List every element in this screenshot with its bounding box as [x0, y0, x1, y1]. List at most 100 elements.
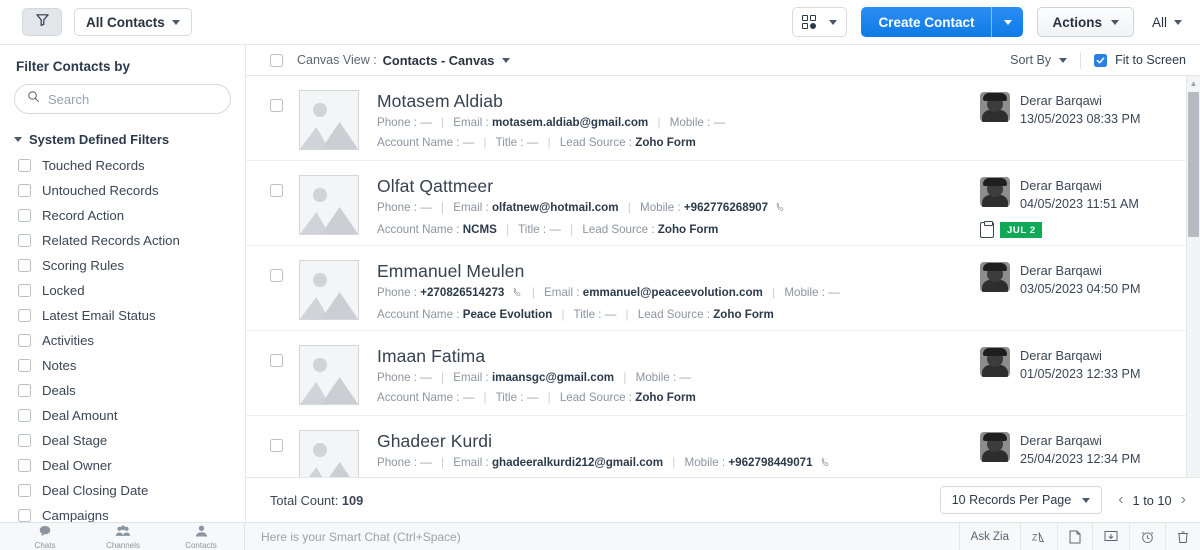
row-checkbox[interactable]: [270, 354, 283, 367]
sidebar-item-label: Notes: [42, 358, 77, 373]
records-per-page-dropdown[interactable]: 10 Records Per Page: [939, 486, 1103, 514]
account-name-value[interactable]: NCMS: [463, 223, 497, 236]
checkbox[interactable]: [18, 309, 31, 322]
checkbox[interactable]: [18, 234, 31, 247]
table-row[interactable]: Emmanuel Meulen Phone : +270826514273 | …: [246, 246, 1200, 331]
sidebar-item-notes[interactable]: Notes: [0, 353, 245, 378]
contact-name[interactable]: Motasem Aldiab: [377, 90, 980, 112]
sidebar-item-activities[interactable]: Activities: [0, 328, 245, 353]
account-name-value[interactable]: Peace Evolution: [463, 308, 553, 321]
mobile-value: —: [713, 116, 726, 129]
email-value[interactable]: imaansgc@gmail.com: [492, 371, 614, 384]
ask-zia-button[interactable]: Ask Zia: [958, 523, 1020, 550]
contact-name[interactable]: Imaan Fatima: [377, 345, 980, 367]
checkbox[interactable]: [18, 209, 31, 222]
separator: |: [772, 286, 776, 299]
task-badge-row[interactable]: JUL 2: [980, 220, 1180, 238]
contact-name[interactable]: Ghadeer Kurdi: [377, 430, 980, 452]
sidebar-item-deal-stage[interactable]: Deal Stage: [0, 428, 245, 453]
sidebar-item-label: Deal Owner: [42, 458, 112, 473]
recycle-bin-icon[interactable]: [1165, 523, 1200, 550]
checkbox[interactable]: [18, 184, 31, 197]
sidebar-item-related-records-action[interactable]: Related Records Action: [0, 228, 245, 253]
email-value[interactable]: ghadeeralkurdi212@gmail.com: [492, 456, 663, 469]
separator: |: [625, 308, 629, 321]
sidebar-item-deals[interactable]: Deals: [0, 378, 245, 403]
all-dropdown[interactable]: All: [1152, 15, 1182, 30]
checkbox[interactable]: [18, 384, 31, 397]
email-value[interactable]: olfatnew@hotmail.com: [492, 201, 619, 214]
chat-tab-contacts[interactable]: Contacts: [162, 524, 240, 550]
smart-chat-input[interactable]: Here is your Smart Chat (Ctrl+Space): [245, 523, 959, 550]
presentation-icon[interactable]: [1092, 523, 1129, 550]
row-checkbox[interactable]: [270, 184, 283, 197]
chevron-down-icon[interactable]: [502, 57, 511, 63]
zia-icon[interactable]: Z: [1020, 523, 1057, 550]
table-row[interactable]: Motasem Aldiab Phone : — | Email : motas…: [246, 76, 1200, 161]
fit-to-screen-checkbox[interactable]: [1094, 53, 1108, 67]
actions-button[interactable]: Actions: [1037, 7, 1134, 37]
checkbox[interactable]: [18, 259, 31, 272]
chat-tab-channels[interactable]: Channels: [84, 524, 162, 550]
sidebar-item-record-action[interactable]: Record Action: [0, 203, 245, 228]
search-input[interactable]: [48, 91, 218, 107]
checkbox[interactable]: [18, 484, 31, 497]
next-page-button[interactable]: ›: [1181, 492, 1186, 508]
checkbox[interactable]: [18, 459, 31, 472]
sort-by-button[interactable]: Sort By: [1010, 53, 1068, 67]
mobile-value[interactable]: +962776268907: [684, 201, 768, 214]
contact-name[interactable]: Olfat Qattmeer: [377, 175, 980, 197]
row-checkbox[interactable]: [270, 439, 283, 452]
checkbox[interactable]: [18, 359, 31, 372]
row-checkbox[interactable]: [270, 269, 283, 282]
phone-call-icon[interactable]: [820, 455, 831, 474]
sidebar-item-deal-closing-date[interactable]: Deal Closing Date: [0, 478, 245, 503]
create-contact-dropdown-button[interactable]: [991, 7, 1024, 37]
email-value[interactable]: motasem.aldiab@gmail.com: [492, 116, 648, 129]
contact-photo-placeholder: [299, 345, 359, 405]
reminder-icon[interactable]: [1129, 523, 1165, 550]
previous-page-button[interactable]: ‹: [1118, 492, 1123, 508]
phone-call-icon[interactable]: [775, 200, 786, 219]
email-value[interactable]: emmanuel@peaceevolution.com: [583, 286, 763, 299]
scrollbar-thumb[interactable]: [1188, 92, 1199, 237]
phone-value: —: [420, 116, 432, 129]
sidebar-group-system-defined-filters[interactable]: System Defined Filters: [0, 128, 245, 153]
select-all-checkbox[interactable]: [270, 53, 283, 67]
sidebar-item-campaigns[interactable]: Campaigns: [0, 503, 245, 522]
sidebar-item-latest-email-status[interactable]: Latest Email Status: [0, 303, 245, 328]
checkbox[interactable]: [18, 284, 31, 297]
row-checkbox[interactable]: [270, 99, 283, 112]
filter-toggle-button[interactable]: [22, 8, 62, 36]
checkbox[interactable]: [18, 434, 31, 447]
checkbox[interactable]: [18, 509, 31, 522]
view-selector-button[interactable]: All Contacts: [74, 8, 192, 36]
checkbox[interactable]: [18, 159, 31, 172]
chat-tab-chats[interactable]: Chats: [6, 524, 84, 550]
sidebar-item-scoring-rules[interactable]: Scoring Rules: [0, 253, 245, 278]
lead-source-label: Lead Source :: [559, 136, 633, 149]
title-label: Title :: [495, 136, 524, 149]
table-row[interactable]: Imaan Fatima Phone : — | Email : imaansg…: [246, 331, 1200, 416]
phone-value[interactable]: +270826514273: [420, 286, 504, 299]
contact-name[interactable]: Emmanuel Meulen: [377, 260, 980, 282]
table-row[interactable]: Ghadeer Kurdi Phone : — | Email : ghadee…: [246, 416, 1200, 477]
sidebar-item-deal-amount[interactable]: Deal Amount: [0, 403, 245, 428]
fit-to-screen-toggle[interactable]: Fit to Screen: [1094, 53, 1186, 67]
create-contact-button[interactable]: Create Contact: [861, 7, 992, 37]
notes-icon[interactable]: [1057, 523, 1092, 550]
vertical-scrollbar[interactable]: ▲ ▼: [1186, 76, 1200, 522]
checkbox[interactable]: [18, 409, 31, 422]
table-row[interactable]: Olfat Qattmeer Phone : — | Email : olfat…: [246, 161, 1200, 246]
phone-call-icon[interactable]: [512, 285, 523, 304]
sidebar-item-untouched-records[interactable]: Untouched Records: [0, 178, 245, 203]
sidebar-item-deal-owner[interactable]: Deal Owner: [0, 453, 245, 478]
filter-search-box[interactable]: [14, 84, 231, 114]
grid-view-button[interactable]: [792, 7, 848, 37]
sidebar-item-locked[interactable]: Locked: [0, 278, 245, 303]
sidebar-item-touched-records[interactable]: Touched Records: [0, 153, 245, 178]
checkbox[interactable]: [18, 334, 31, 347]
mobile-value[interactable]: +962798449071: [728, 456, 812, 469]
scroll-up-arrow[interactable]: ▲: [1187, 76, 1200, 90]
status-badge[interactable]: JUL 2: [1000, 222, 1049, 238]
